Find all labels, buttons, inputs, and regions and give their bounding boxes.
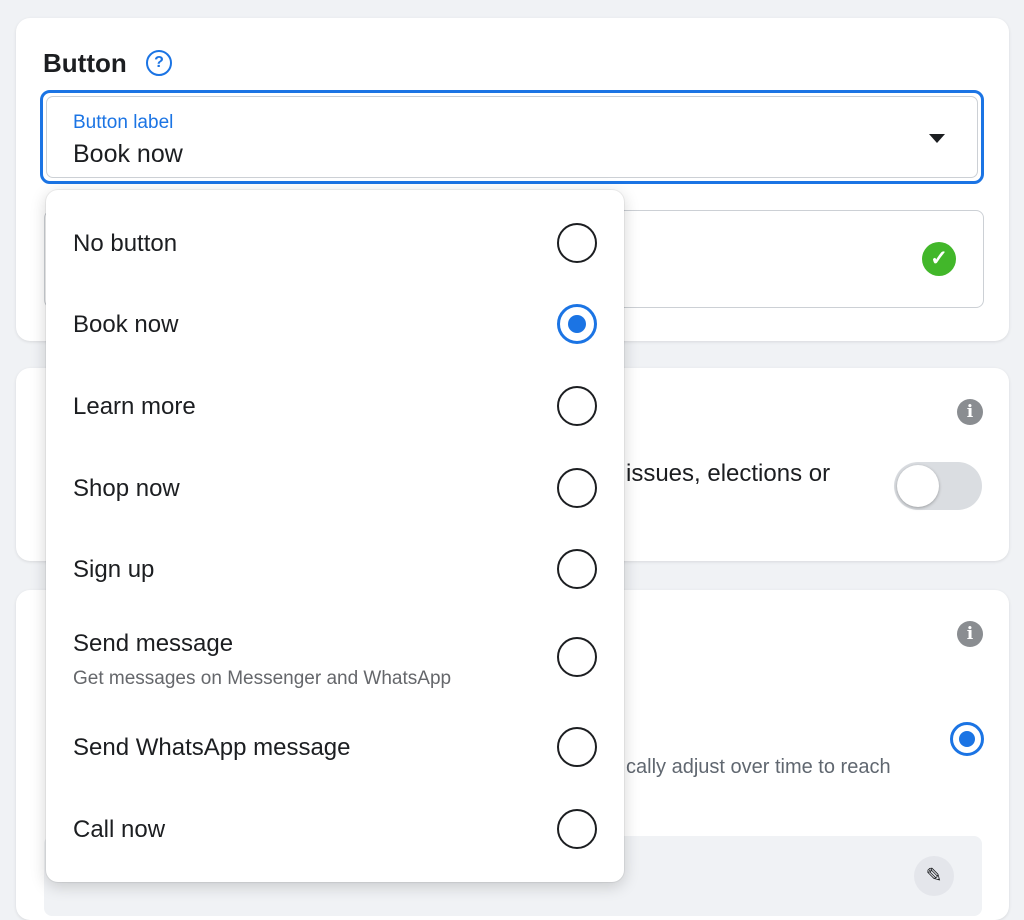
dropdown-option-send-whatsapp-message[interactable]: Send WhatsApp message [46, 712, 624, 794]
option-description: Get messages on Messenger and WhatsApp [73, 668, 452, 689]
section-title: Button [43, 48, 127, 78]
dropdown-option-book-now[interactable]: Book now [46, 280, 624, 362]
radio-button[interactable] [557, 549, 597, 589]
info-icon[interactable]: i [957, 621, 983, 647]
special-category-text: issues, elections or [626, 460, 831, 487]
radio-button[interactable] [557, 809, 597, 849]
radio-button[interactable] [557, 727, 597, 767]
dropdown-option-sign-up[interactable]: Sign up [46, 526, 624, 608]
select-value: Book now [73, 140, 183, 168]
special-category-toggle[interactable] [894, 462, 982, 510]
button-label-select[interactable]: Button label Book now [40, 90, 984, 184]
radio-button[interactable] [557, 223, 597, 263]
radio-button[interactable] [557, 637, 597, 677]
button-label-dropdown: No button Book now Learn more Shop now S… [46, 190, 624, 882]
dropdown-option-shop-now[interactable]: Shop now [46, 444, 624, 526]
option-label: Book now [73, 311, 179, 338]
radio-button[interactable] [557, 386, 597, 426]
select-label: Button label [73, 112, 174, 133]
select-inner-border [46, 96, 978, 178]
dropdown-option-send-message[interactable]: Send message Get messages on Messenger a… [46, 608, 624, 712]
option-label: Send WhatsApp message [73, 734, 351, 761]
dropdown-option-learn-more[interactable]: Learn more [46, 362, 624, 444]
radio-button-selected[interactable] [557, 304, 597, 344]
option-label: Shop now [73, 475, 180, 502]
toggle-knob [897, 465, 939, 507]
option-label: Call now [73, 816, 166, 843]
caret-down-icon [929, 134, 945, 143]
radio-button[interactable] [557, 468, 597, 508]
pencil-icon[interactable]: ✎ [914, 856, 954, 896]
check-icon: ✓ [922, 242, 956, 276]
delivery-radio[interactable] [950, 722, 984, 756]
question-icon[interactable]: ? [146, 50, 172, 76]
dropdown-option-call-now[interactable]: Call now [46, 794, 624, 882]
dropdown-option-no-button[interactable]: No button [46, 190, 624, 294]
option-label: No button [73, 230, 178, 257]
delivery-text: cally adjust over time to reach [626, 756, 891, 778]
option-label: Learn more [73, 393, 196, 420]
info-icon[interactable]: i [957, 399, 983, 425]
option-label: Send message [73, 630, 234, 657]
option-label: Sign up [73, 556, 155, 583]
